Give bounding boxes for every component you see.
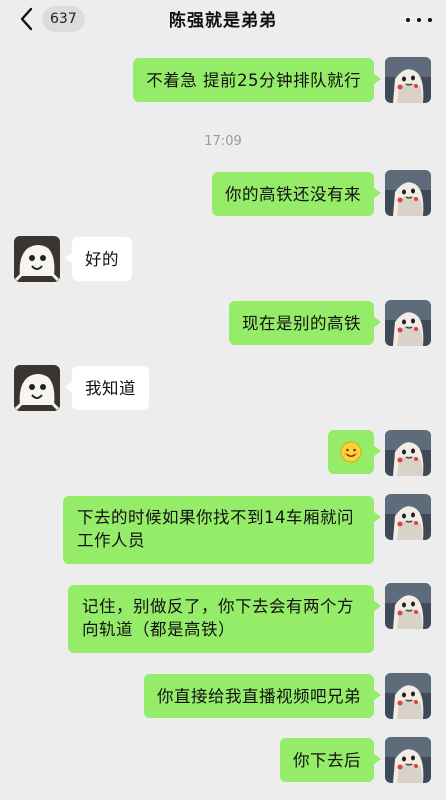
my-avatar[interactable] — [385, 583, 431, 629]
message-bubble[interactable]: 记住，别做反了，你下去会有两个方向轨道（都是高铁） — [68, 585, 381, 653]
my-avatar[interactable] — [385, 57, 431, 103]
my-avatar[interactable] — [385, 494, 431, 540]
contact-avatar[interactable] — [14, 365, 60, 411]
message-bubble[interactable] — [328, 430, 381, 474]
contact-avatar[interactable] — [14, 236, 60, 282]
chat-title: 陈强就是弟弟 — [169, 11, 277, 31]
message-bubble[interactable]: 你下去后 — [280, 738, 381, 782]
my-avatar[interactable] — [385, 300, 431, 346]
message-bubble[interactable]: 你直接给我直播视频吧兄弟 — [144, 674, 381, 718]
top-bar: 637 陈强就是弟弟 — [0, 0, 446, 44]
message-bubble[interactable]: 好的 — [65, 237, 132, 281]
message-bubble[interactable]: 不着急 提前25分钟排队就行 — [133, 58, 381, 102]
message-timestamp: 17:09 — [204, 134, 242, 149]
my-avatar[interactable] — [385, 673, 431, 719]
message-bubble[interactable]: 我知道 — [65, 366, 149, 410]
message-bubble[interactable]: 下去的时候如果你找不到14车厢就问工作人员 — [63, 496, 381, 564]
message-bubble[interactable]: 你的高铁还没有来 — [212, 172, 381, 216]
more-options-icon[interactable] — [406, 10, 432, 30]
my-avatar[interactable] — [385, 430, 431, 476]
my-avatar[interactable] — [385, 737, 431, 783]
my-avatar[interactable] — [385, 170, 431, 216]
message-bubble[interactable]: 现在是别的高铁 — [229, 301, 381, 345]
smiling-face-emoji-icon — [340, 441, 362, 463]
